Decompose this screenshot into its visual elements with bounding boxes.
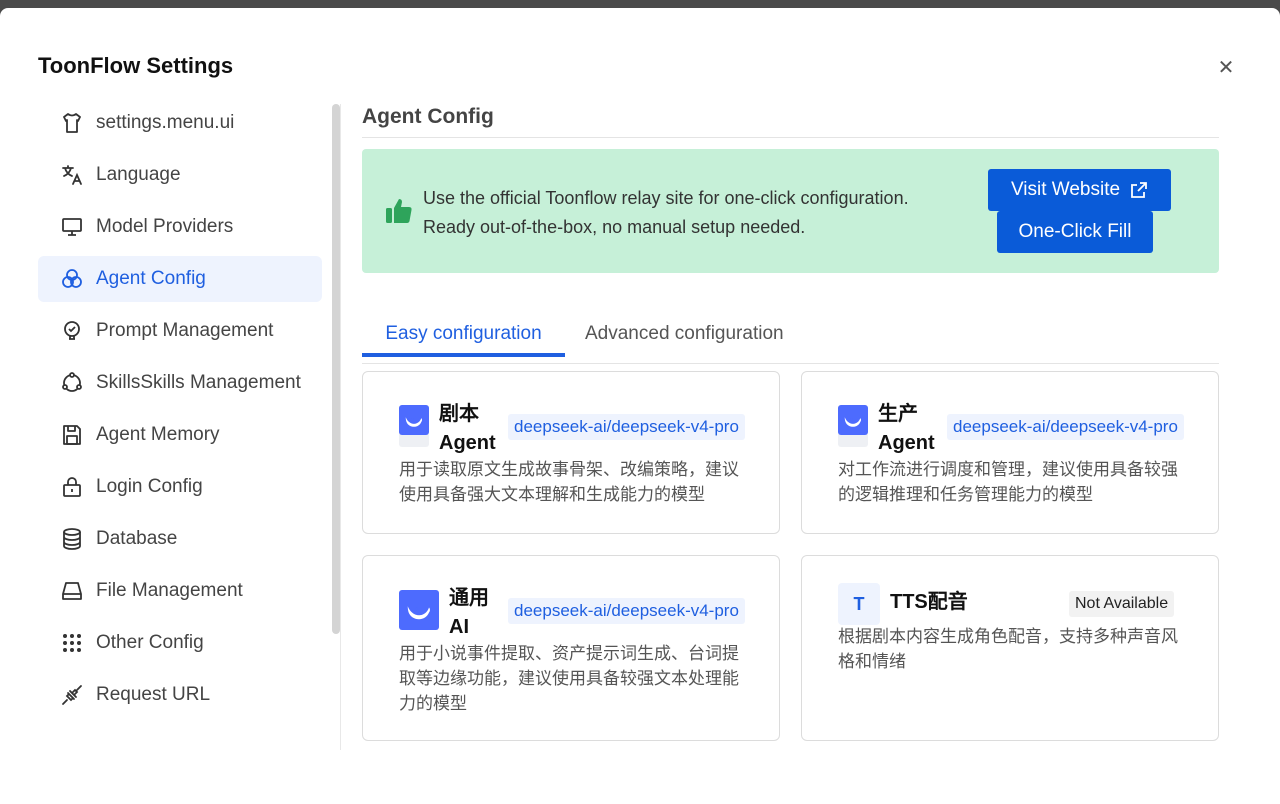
agent-name: 生产 Agent [878,400,935,458]
relay-banner: Use the official Toonflow relay site for… [362,149,1219,273]
sidebar-divider [340,104,341,750]
settings-sidebar: settings.menu.ui Language Model Provider… [38,100,322,750]
agent-description: 根据剧本内容生成角色配音，支持多种声音风格和情绪 [838,627,1178,671]
sidebar-item-skills-management[interactable]: SkillsSkills Management [38,360,322,406]
tts-logo-icon: T [838,583,880,625]
sidebar-item-label: Other Config [96,632,204,653]
agent-description: 用于小说事件提取、资产提示词生成、台词提取等边缘功能，建议使用具备较强文本处理能… [399,644,739,713]
sidebar-item-login-config[interactable]: Login Config [38,464,322,510]
sidebar-item-label: Model Providers [96,216,234,237]
sidebar-item-database[interactable]: Database [38,516,322,562]
agent-card-production[interactable]: 生产 Agent deepseek-ai/deepseek-v4-pro 对工作… [801,371,1219,534]
monitor-icon [60,215,84,239]
sidebar-item-request-url[interactable]: Request URL [38,672,322,718]
agent-description: 对工作流进行调度和管理，建议使用具备较强的逻辑推理和任务管理能力的模型 [838,460,1178,504]
deepseek-logo-icon [838,405,868,435]
sidebar-item-label: Database [96,528,178,549]
deepseek-logo-icon [399,405,429,435]
sidebar-item-other-config[interactable]: Other Config [38,620,322,666]
agent-name-line-2: AI [449,616,469,638]
main-panel: Agent Config Use the official Toonflow r… [362,100,1219,800]
visit-website-label: Visit Website [1010,179,1121,200]
banner-text: Use the official Toonflow relay site for… [423,184,909,242]
sidebar-item-label: SkillsSkills Management [96,372,301,393]
nodes-icon [60,371,84,395]
sidebar-item-label: Language [96,164,181,185]
sidebar-scrollbar[interactable] [332,104,340,634]
circles-icon [60,267,84,291]
sidebar-item-file-management[interactable]: File Management [38,568,322,614]
sidebar-item-label: settings.menu.ui [96,112,235,133]
sidebar-item-prompt-management[interactable]: Prompt Management [38,308,322,354]
sidebar-item-agent-config[interactable]: Agent Config [38,256,322,302]
database-icon [60,527,84,551]
agent-card-general[interactable]: 通用 AI deepseek-ai/deepseek-v4-pro 用于小说事件… [362,555,780,741]
agent-name-line-1: 通用 [449,587,489,609]
agent-card-tts[interactable]: T TTS配音 Not Available 根据剧本内容生成角色配音，支持多种声… [801,555,1219,741]
agent-name-line-2: Agent [878,432,935,454]
agent-card-script[interactable]: 剧本 Agent deepseek-ai/deepseek-v4-pro 用于读… [362,371,780,534]
dialog-title: ToonFlow Settings [38,53,234,78]
deepseek-logo-icon [399,590,439,630]
model-tag[interactable]: deepseek-ai/deepseek-v4-pro [508,414,745,440]
model-tag[interactable]: deepseek-ai/deepseek-v4-pro [947,414,1184,440]
active-tab-indicator [362,353,565,357]
banner-line-2: Ready out-of-the-box, no manual setup ne… [423,217,806,237]
save-icon [60,423,84,447]
agent-name-line-1: 生产 [878,403,918,425]
visit-website-button[interactable]: Visit Website [988,169,1171,211]
sidebar-item-agent-memory[interactable]: Agent Memory [38,412,322,458]
sidebar-item-model-providers[interactable]: Model Providers [38,204,322,250]
agent-name: 通用 AI [449,584,489,642]
thumbs-up-icon [386,199,412,223]
agent-name: 剧本 Agent [439,400,496,458]
model-tag[interactable]: deepseek-ai/deepseek-v4-pro [508,598,745,624]
tab-advanced-configuration[interactable]: Advanced configuration [585,306,795,364]
grid-dots-icon [60,631,84,655]
close-icon[interactable]: ✕ [1212,54,1240,82]
sidebar-item-label: Request URL [96,684,211,705]
sidebar-item-language[interactable]: Language [38,152,322,198]
agent-description: 用于读取原文生成故事骨架、改编策略，建议使用具备强大文本理解和生成能力的模型 [399,460,739,504]
status-badge: Not Available [1069,591,1175,617]
sidebar-item-label: Agent Config [96,268,206,289]
plug-icon [60,683,84,707]
agent-name: TTS配音 [890,591,968,613]
section-title: Agent Config [362,100,1219,138]
translate-icon [60,163,84,187]
one-click-fill-button[interactable]: One-Click Fill [997,211,1153,253]
lock-icon [60,475,84,499]
settings-dialog: ToonFlow Settings ✕ settings.menu.ui Lan… [0,8,1280,804]
agent-name-line-1: 剧本 [439,403,479,425]
bulb-icon [60,319,84,343]
banner-line-1: Use the official Toonflow relay site for… [423,188,909,208]
shirt-icon [60,111,84,135]
sidebar-item-label: Agent Memory [96,424,220,445]
sidebar-item-label: File Management [96,580,243,601]
drive-icon [60,579,84,603]
agent-name-line-2: Agent [439,432,496,454]
sidebar-item-label: Prompt Management [96,320,274,341]
external-link-icon [1131,182,1147,198]
sidebar-item-ui[interactable]: settings.menu.ui [38,100,322,146]
sidebar-item-label: Login Config [96,476,203,497]
